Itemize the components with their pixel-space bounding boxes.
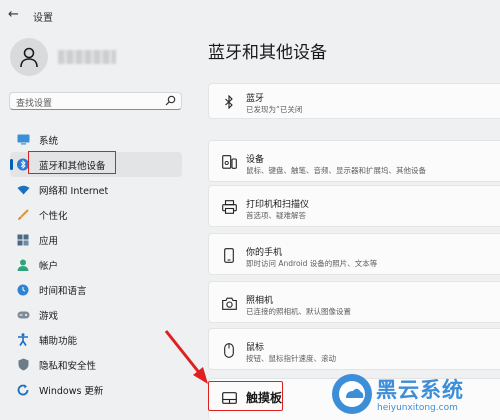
watermark-name: 黑云系统	[376, 378, 464, 402]
annotation-arrow	[164, 330, 208, 384]
watermark-url: heiyunxitong.com	[377, 403, 458, 413]
watermark: 黑云系统 heiyunxitong.com	[330, 372, 500, 420]
watermark-logo	[332, 374, 372, 414]
